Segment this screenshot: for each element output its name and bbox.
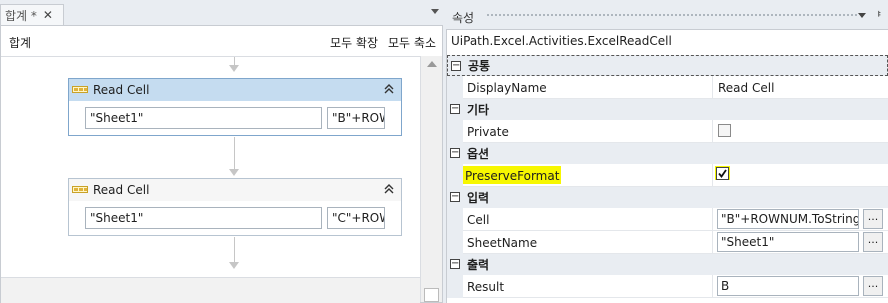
private-value-cell xyxy=(713,120,888,143)
document-tab-bar: 합계 * ✕ xyxy=(0,0,443,25)
sheet-name-value-cell: "Sheet1" ... xyxy=(713,231,888,254)
canvas-footer xyxy=(1,277,420,303)
activity-body: "Sheet1" "C"+ROW xyxy=(69,201,401,235)
preserve-format-value-cell xyxy=(713,164,888,187)
property-grid: − 공통 DisplayName Read Cell − 기타 Private … xyxy=(447,55,888,298)
tab-list-dropdown-icon[interactable] xyxy=(431,9,439,14)
highlight-mark xyxy=(715,166,730,180)
properties-panel: UiPath.Excel.Activities.ExcelReadCell − … xyxy=(446,30,888,303)
sheet-name-input[interactable]: "Sheet1" xyxy=(717,232,859,252)
drag-grip[interactable] xyxy=(486,13,858,18)
collapse-chevron-icon[interactable] xyxy=(382,82,396,96)
connector-line xyxy=(234,57,235,65)
excel-read-cell-icon xyxy=(72,86,88,93)
sheet-name-field[interactable]: "Sheet1" xyxy=(85,207,322,229)
row-gutter xyxy=(447,164,463,187)
pin-icon[interactable]: ᅣ xyxy=(871,8,881,24)
property-row-private: Private xyxy=(447,120,888,143)
row-gutter xyxy=(447,120,463,143)
category-options[interactable]: − 옵션 xyxy=(447,143,888,164)
row-gutter xyxy=(447,275,463,298)
read-cell-activity-1[interactable]: Read Cell "Sheet1" "B"+ROW xyxy=(68,78,402,136)
preserve-format-checkbox[interactable] xyxy=(716,167,729,180)
excel-read-cell-icon xyxy=(72,186,88,193)
collapse-toggle-icon[interactable]: − xyxy=(451,61,461,71)
category-misc[interactable]: − 기타 xyxy=(447,99,888,120)
activity-body: "Sheet1" "B"+ROW xyxy=(69,101,401,135)
display-name-value[interactable]: Read Cell xyxy=(713,76,888,99)
connector-line xyxy=(234,137,235,171)
collapse-toggle-icon[interactable]: − xyxy=(450,104,460,114)
connector-arrow-icon xyxy=(229,262,239,269)
property-row-cell: Cell "B"+ROWNUM.ToString ... xyxy=(447,208,888,231)
property-name: Result xyxy=(463,275,713,298)
collapse-toggle-icon[interactable]: − xyxy=(450,259,460,269)
cell-field[interactable]: "C"+ROW xyxy=(327,207,385,229)
row-gutter xyxy=(447,208,463,231)
category-label: 공통 xyxy=(468,59,491,73)
property-name: DisplayName xyxy=(463,76,713,99)
property-name: Cell xyxy=(463,208,713,231)
property-name: SheetName xyxy=(463,231,713,254)
scrollbar-thumb[interactable] xyxy=(424,288,439,302)
property-row-result: Result B ... xyxy=(447,275,888,298)
property-name: Private xyxy=(463,120,713,143)
connector-line xyxy=(234,237,235,263)
row-gutter xyxy=(447,76,463,99)
properties-title-bar: 속성 ᅣ xyxy=(446,0,888,30)
cell-input[interactable]: "B"+ROWNUM.ToString xyxy=(717,209,859,229)
expand-all-button[interactable]: 모두 확장 xyxy=(330,34,378,51)
property-name: PreserveFormat xyxy=(463,164,713,187)
category-input[interactable]: − 입력 xyxy=(447,187,888,208)
property-row-preserve-format: PreserveFormat xyxy=(447,164,888,187)
result-input[interactable]: B xyxy=(717,276,859,296)
designer-header: 합계 모두 확장 모두 축소 xyxy=(1,26,442,56)
activity-header[interactable]: Read Cell xyxy=(69,79,401,101)
activity-header[interactable]: Read Cell xyxy=(69,179,401,201)
category-label: 입력 xyxy=(467,191,490,205)
cell-ellipsis-button[interactable]: ... xyxy=(863,209,883,229)
collapse-chevron-icon[interactable] xyxy=(382,182,396,196)
private-checkbox[interactable] xyxy=(718,124,731,137)
property-row-sheet-name: SheetName "Sheet1" ... xyxy=(447,231,888,254)
designer-panel: 합계 모두 확장 모두 축소 Read Cell "Sheet1" "B"+RO… xyxy=(0,25,443,303)
activity-title: Read Cell xyxy=(93,83,150,97)
result-ellipsis-button[interactable]: ... xyxy=(863,276,883,296)
designer-canvas[interactable]: Read Cell "Sheet1" "B"+ROW xyxy=(1,56,420,303)
category-label: 옵션 xyxy=(467,147,490,161)
panel-menu-icon[interactable] xyxy=(858,13,866,18)
cell-field[interactable]: "B"+ROW xyxy=(327,107,385,129)
sheet-name-ellipsis-button[interactable]: ... xyxy=(863,232,883,252)
category-common[interactable]: − 공통 xyxy=(447,55,888,76)
cell-value-cell: "B"+ROWNUM.ToString ... xyxy=(713,208,888,231)
collapse-all-button[interactable]: 모두 축소 xyxy=(388,34,436,51)
connector-arrow-icon xyxy=(229,169,239,176)
preserve-format-label: PreserveFormat xyxy=(465,169,560,183)
highlight-mark: PreserveFormat xyxy=(463,166,562,184)
read-cell-activity-2[interactable]: Read Cell "Sheet1" "C"+ROW xyxy=(68,178,402,236)
category-label: 출력 xyxy=(467,258,490,272)
properties-title: 속성 xyxy=(452,11,475,25)
activity-title: Read Cell xyxy=(93,183,150,197)
document-tab[interactable]: 합계 * ✕ xyxy=(0,4,64,25)
sequence-title: 합계 xyxy=(9,36,32,50)
property-row-display-name: DisplayName Read Cell xyxy=(447,76,888,99)
vertical-scrollbar[interactable] xyxy=(420,56,442,302)
scroll-up-icon[interactable] xyxy=(427,61,437,67)
category-label: 기타 xyxy=(467,103,490,117)
connector-arrow-icon xyxy=(229,65,239,72)
activity-class-name: UiPath.Excel.Activities.ExcelReadCell xyxy=(451,34,672,48)
collapse-toggle-icon[interactable]: − xyxy=(450,192,460,202)
document-tab-label: 합계 * xyxy=(5,8,37,23)
collapse-toggle-icon[interactable]: − xyxy=(450,148,460,158)
sheet-name-field[interactable]: "Sheet1" xyxy=(85,107,322,129)
row-gutter xyxy=(447,231,463,254)
close-icon[interactable]: ✕ xyxy=(43,8,53,22)
category-output[interactable]: − 출력 xyxy=(447,254,888,275)
result-value-cell: B ... xyxy=(713,275,888,298)
